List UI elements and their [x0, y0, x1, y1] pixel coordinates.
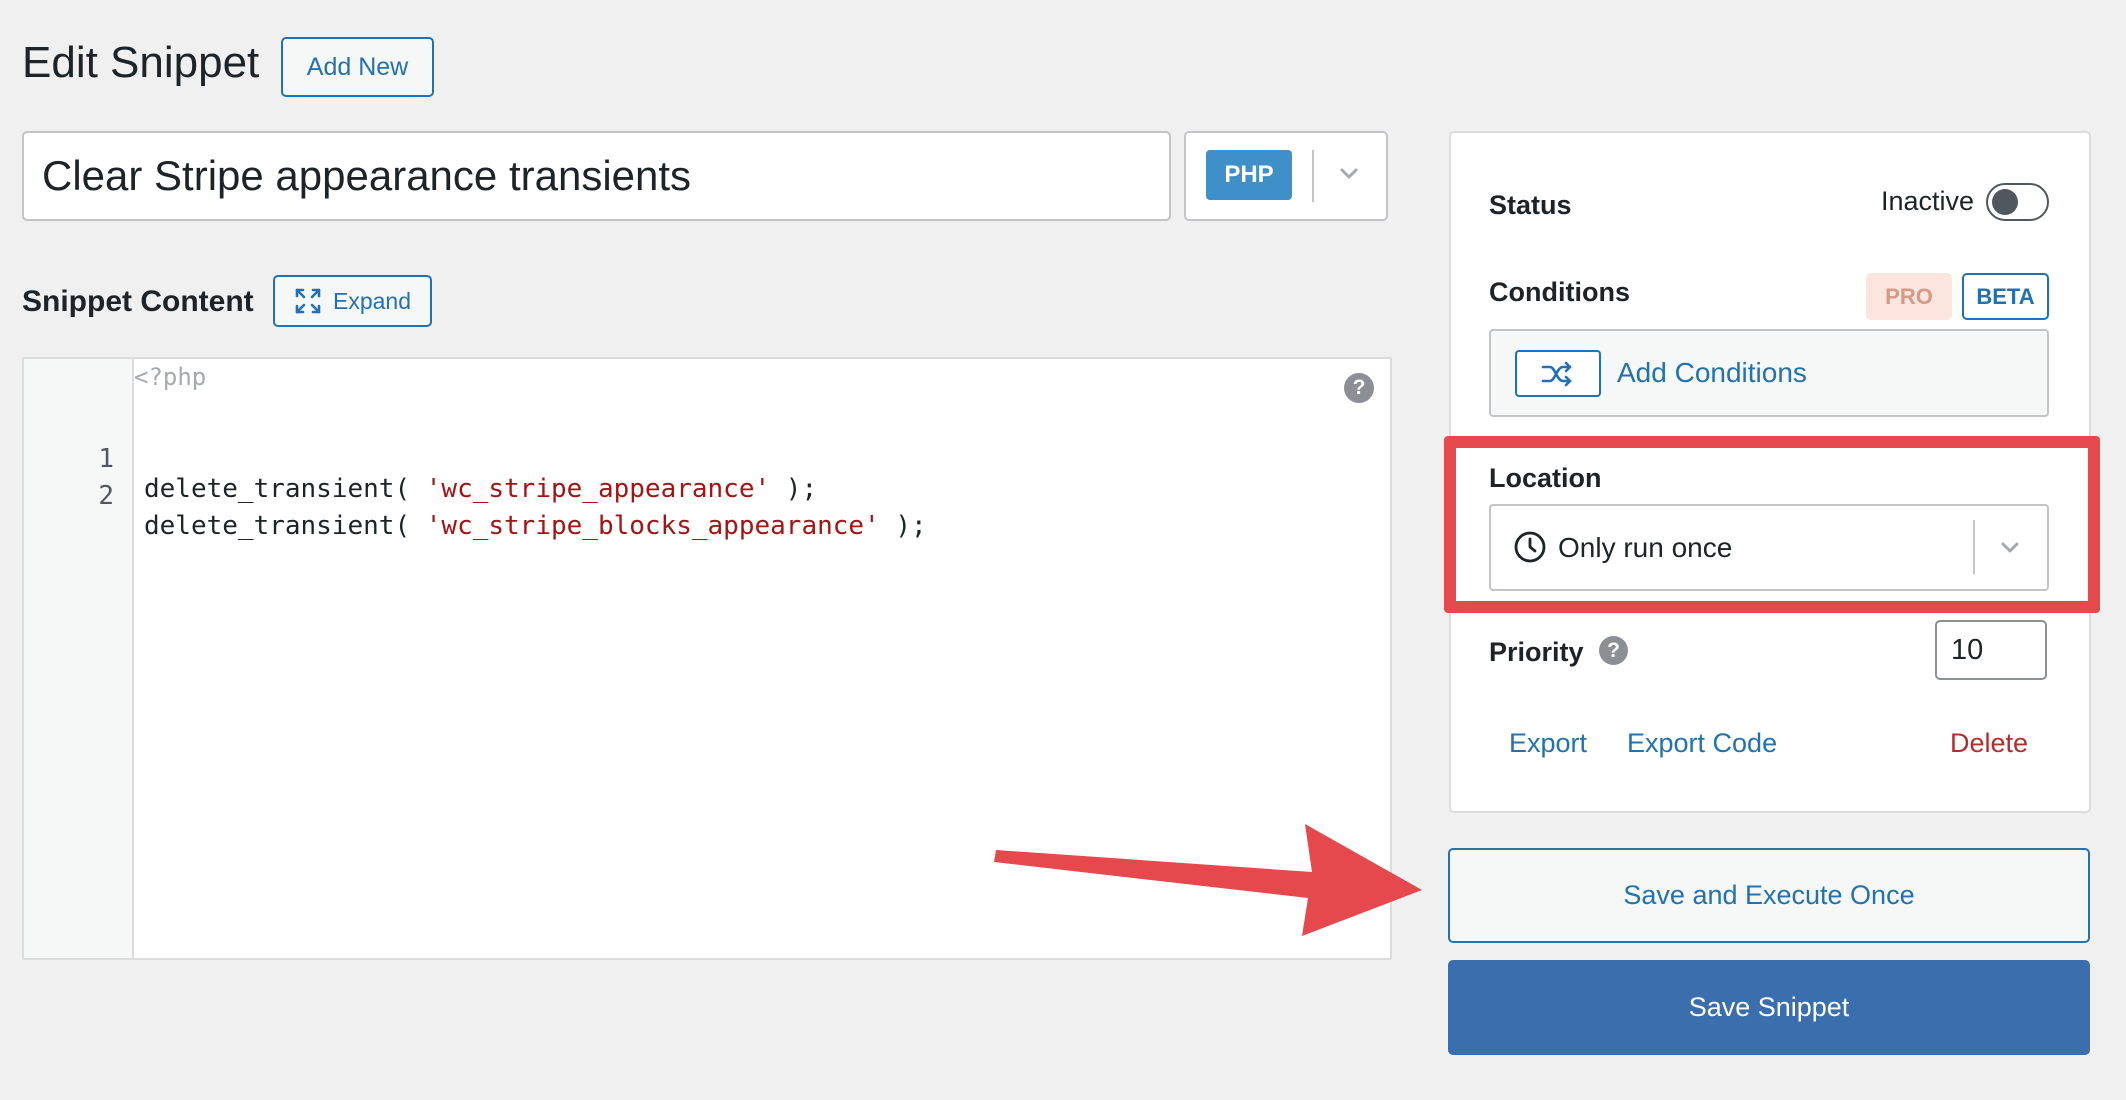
location-select-divider	[1973, 520, 1975, 574]
arrow-annotation-icon	[994, 824, 1422, 936]
save-snippet-button[interactable]: Save Snippet	[1448, 960, 2090, 1055]
expand-button[interactable]: Expand	[273, 275, 432, 327]
language-badge[interactable]: PHP	[1206, 150, 1292, 200]
beta-badge: BETA	[1962, 273, 2049, 320]
export-link[interactable]: Export	[1509, 728, 1587, 759]
add-conditions-link[interactable]: Add Conditions	[1617, 357, 1807, 389]
save-and-execute-once-button[interactable]: Save and Execute Once	[1448, 848, 2090, 943]
clock-icon	[1514, 531, 1546, 563]
php-open-tag: <?php	[134, 363, 207, 391]
snippet-title-input[interactable]: Clear Stripe appearance transients	[22, 131, 1171, 221]
status-value: Inactive	[1881, 186, 1975, 216]
code-end: );	[879, 511, 927, 541]
help-icon[interactable]: ?	[1599, 636, 1628, 665]
help-icon[interactable]: ?	[1344, 373, 1374, 403]
expand-label: Expand	[333, 287, 412, 314]
toggle-knob	[1992, 189, 2018, 215]
export-code-link[interactable]: Export Code	[1627, 728, 1777, 759]
expand-icon	[295, 288, 321, 314]
status-toggle[interactable]	[1986, 183, 2049, 221]
location-label: Location	[1489, 463, 1602, 493]
priority-input[interactable]: 10	[1935, 620, 2047, 680]
pro-badge: PRO	[1866, 273, 1952, 320]
code-string: 'wc_stripe_blocks_appearance'	[425, 511, 880, 541]
code-function: delete_transient(	[144, 511, 426, 541]
shuffle-icon	[1541, 361, 1572, 386]
chevron-down-icon[interactable]	[1334, 159, 1364, 189]
chevron-down-icon[interactable]	[1995, 533, 2025, 563]
priority-label: Priority	[1489, 637, 1584, 667]
conditions-icon-button[interactable]	[1515, 350, 1601, 397]
conditions-label: Conditions	[1489, 277, 1630, 307]
delete-link[interactable]: Delete	[1950, 728, 2028, 759]
code-line: 1 delete_transient( 'wc_stripe_appearanc…	[24, 414, 1384, 504]
language-select-divider	[1312, 150, 1314, 202]
status-label: Status	[1489, 190, 1572, 220]
code-line: 2 delete_transient( 'wc_stripe_blocks_ap…	[24, 451, 1384, 541]
page-title: Edit Snippet	[22, 38, 260, 87]
location-value: Only run once	[1558, 532, 1733, 563]
line-number: 2	[98, 481, 114, 511]
snippet-content-label: Snippet Content	[22, 285, 254, 318]
add-new-button[interactable]: Add New	[281, 37, 434, 97]
